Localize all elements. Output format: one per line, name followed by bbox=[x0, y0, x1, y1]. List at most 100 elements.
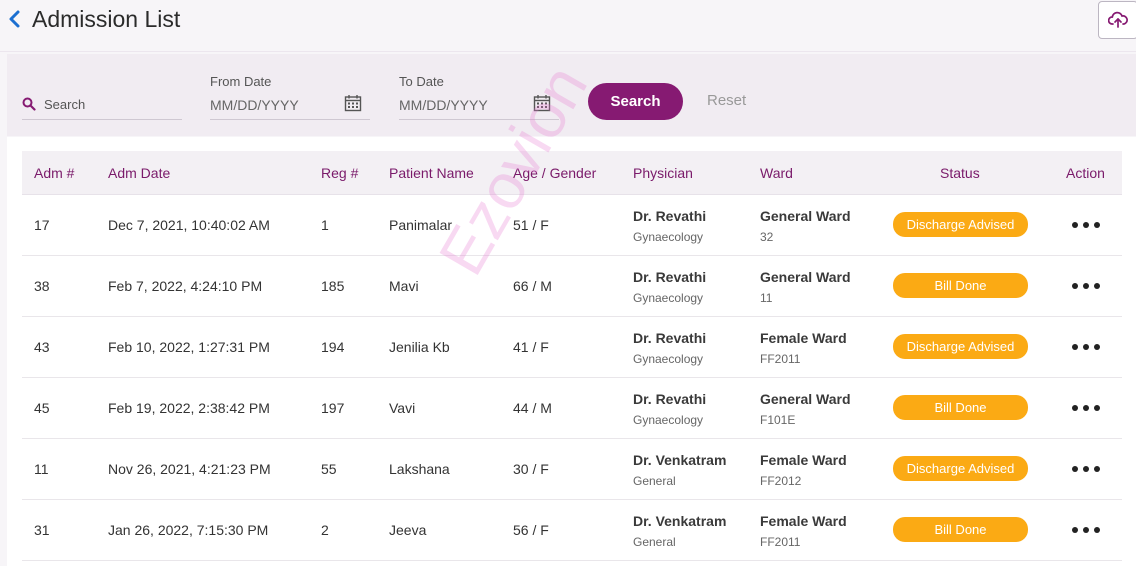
bed-number: FF2012 bbox=[760, 474, 802, 488]
reg-number: 1 bbox=[321, 217, 329, 233]
adm-number: 38 bbox=[34, 278, 50, 294]
adm-date: Feb 19, 2022, 2:38:42 PM bbox=[108, 400, 270, 416]
ward-name: Female Ward bbox=[760, 513, 847, 529]
status-badge: Discharge Advised bbox=[893, 334, 1028, 359]
age-gender: 30 / F bbox=[513, 461, 549, 477]
chevron-left-icon[interactable] bbox=[6, 9, 24, 29]
reg-number: 2 bbox=[321, 522, 329, 538]
physician-name: Dr. Revathi bbox=[633, 208, 707, 224]
physician-name: Dr. Venkatram bbox=[633, 452, 727, 468]
from-date-field: From Date bbox=[210, 72, 370, 120]
bed-number: 32 bbox=[760, 230, 774, 244]
physician-department: Gynaecology bbox=[633, 413, 704, 427]
patient-name: Jenilia Kb bbox=[389, 339, 450, 355]
reg-number: 55 bbox=[321, 461, 337, 477]
adm-date: Dec 7, 2021, 10:40:02 AM bbox=[108, 217, 270, 233]
patient-name: Mavi bbox=[389, 278, 419, 294]
ward-name: Female Ward bbox=[760, 452, 847, 468]
table-row[interactable]: 43 Feb 10, 2022, 1:27:31 PM 194 Jenilia … bbox=[22, 317, 1122, 378]
physician-department: General bbox=[633, 535, 676, 549]
column-header-action: Action bbox=[1066, 165, 1105, 181]
table-row[interactable]: 45 Feb 19, 2022, 2:38:42 PM 197 Vavi 44 … bbox=[22, 378, 1122, 439]
adm-date: Feb 7, 2022, 4:24:10 PM bbox=[108, 278, 263, 294]
physician-name: Dr. Revathi bbox=[633, 269, 707, 285]
table-row[interactable]: 38 Feb 7, 2022, 4:24:10 PM 185 Mavi 66 /… bbox=[22, 256, 1122, 317]
column-header-age-gender[interactable]: Age / Gender bbox=[513, 165, 596, 181]
more-horizontal-icon[interactable] bbox=[1071, 278, 1101, 294]
adm-date: Nov 26, 2021, 4:21:23 PM bbox=[108, 461, 271, 477]
column-header-adm[interactable]: Adm # bbox=[34, 165, 74, 181]
column-header-ward[interactable]: Ward bbox=[760, 165, 793, 181]
column-header-adm-date[interactable]: Adm Date bbox=[108, 165, 170, 181]
adm-number: 45 bbox=[34, 400, 50, 416]
table-row[interactable]: 11 Nov 26, 2021, 4:21:23 PM 55 Lakshana … bbox=[22, 439, 1122, 500]
adm-number: 31 bbox=[34, 522, 50, 538]
ward-name: General Ward bbox=[760, 208, 851, 224]
column-header-patient-name[interactable]: Patient Name bbox=[389, 165, 474, 181]
filter-bar: From Date To Date Search Reset bbox=[7, 54, 1136, 136]
cloud-upload-button[interactable] bbox=[1098, 1, 1136, 39]
column-header-physician[interactable]: Physician bbox=[633, 165, 693, 181]
from-date-input[interactable] bbox=[210, 94, 335, 116]
age-gender: 51 / F bbox=[513, 217, 549, 233]
patient-name: Panimalar bbox=[389, 217, 453, 233]
adm-number: 17 bbox=[34, 217, 50, 233]
calendar-icon[interactable] bbox=[533, 94, 551, 112]
column-header-status: Status bbox=[940, 165, 980, 181]
status-badge: Discharge Advised bbox=[893, 212, 1028, 237]
reset-button[interactable]: Reset bbox=[707, 92, 746, 109]
from-date-label: From Date bbox=[210, 74, 272, 89]
adm-date: Feb 10, 2022, 1:27:31 PM bbox=[108, 339, 270, 355]
physician-name: Dr. Venkatram bbox=[633, 513, 727, 529]
physician-name: Dr. Revathi bbox=[633, 330, 707, 346]
patient-name: Lakshana bbox=[389, 461, 450, 477]
search-button[interactable]: Search bbox=[588, 83, 683, 120]
to-date-label: To Date bbox=[399, 74, 444, 89]
bed-number: F101E bbox=[760, 413, 796, 427]
patient-name: Jeeva bbox=[389, 522, 427, 538]
ward-name: Female Ward bbox=[760, 330, 847, 346]
reg-number: 194 bbox=[321, 339, 345, 355]
age-gender: 44 / M bbox=[513, 400, 552, 416]
physician-department: Gynaecology bbox=[633, 230, 704, 244]
search-icon bbox=[22, 97, 36, 111]
status-badge: Discharge Advised bbox=[893, 456, 1028, 481]
page-title: Admission List bbox=[32, 6, 181, 32]
status-badge: Bill Done bbox=[893, 395, 1028, 420]
admission-table: Adm # Adm Date Reg # Patient Name Age / … bbox=[7, 137, 1136, 566]
physician-department: Gynaecology bbox=[633, 291, 704, 305]
table-row[interactable]: 17 Dec 7, 2021, 10:40:02 AM 1 Panimalar … bbox=[22, 195, 1122, 256]
adm-number: 43 bbox=[34, 339, 50, 355]
ward-name: General Ward bbox=[760, 391, 851, 407]
more-horizontal-icon[interactable] bbox=[1071, 461, 1101, 477]
column-header-reg[interactable]: Reg # bbox=[321, 165, 358, 181]
reg-number: 197 bbox=[321, 400, 345, 416]
cloud-upload-icon bbox=[1108, 11, 1128, 28]
bed-number: FF2011 bbox=[760, 352, 801, 366]
age-gender: 66 / M bbox=[513, 278, 552, 294]
table-row[interactable]: 31 Jan 26, 2022, 7:15:30 PM 2 Jeeva 56 /… bbox=[22, 500, 1122, 561]
table-header: Adm # Adm Date Reg # Patient Name Age / … bbox=[22, 151, 1122, 195]
reg-number: 185 bbox=[321, 278, 345, 294]
status-badge: Bill Done bbox=[893, 273, 1028, 298]
bed-number: 11 bbox=[760, 291, 773, 305]
physician-name: Dr. Revathi bbox=[633, 391, 707, 407]
to-date-input[interactable] bbox=[399, 94, 524, 116]
page-header: Admission List bbox=[0, 0, 1136, 52]
search-input[interactable] bbox=[44, 93, 180, 115]
calendar-icon[interactable] bbox=[344, 94, 362, 112]
physician-department: Gynaecology bbox=[633, 352, 704, 366]
ward-name: General Ward bbox=[760, 269, 851, 285]
bed-number: FF2011 bbox=[760, 535, 801, 549]
age-gender: 56 / F bbox=[513, 522, 549, 538]
adm-number: 11 bbox=[34, 461, 49, 477]
status-badge: Bill Done bbox=[893, 517, 1028, 542]
to-date-field: To Date bbox=[399, 72, 559, 120]
more-horizontal-icon[interactable] bbox=[1071, 522, 1101, 538]
patient-name: Vavi bbox=[389, 400, 416, 416]
more-horizontal-icon[interactable] bbox=[1071, 217, 1101, 233]
more-horizontal-icon[interactable] bbox=[1071, 339, 1101, 355]
more-horizontal-icon[interactable] bbox=[1071, 400, 1101, 416]
physician-department: General bbox=[633, 474, 676, 488]
adm-date: Jan 26, 2022, 7:15:30 PM bbox=[108, 522, 269, 538]
